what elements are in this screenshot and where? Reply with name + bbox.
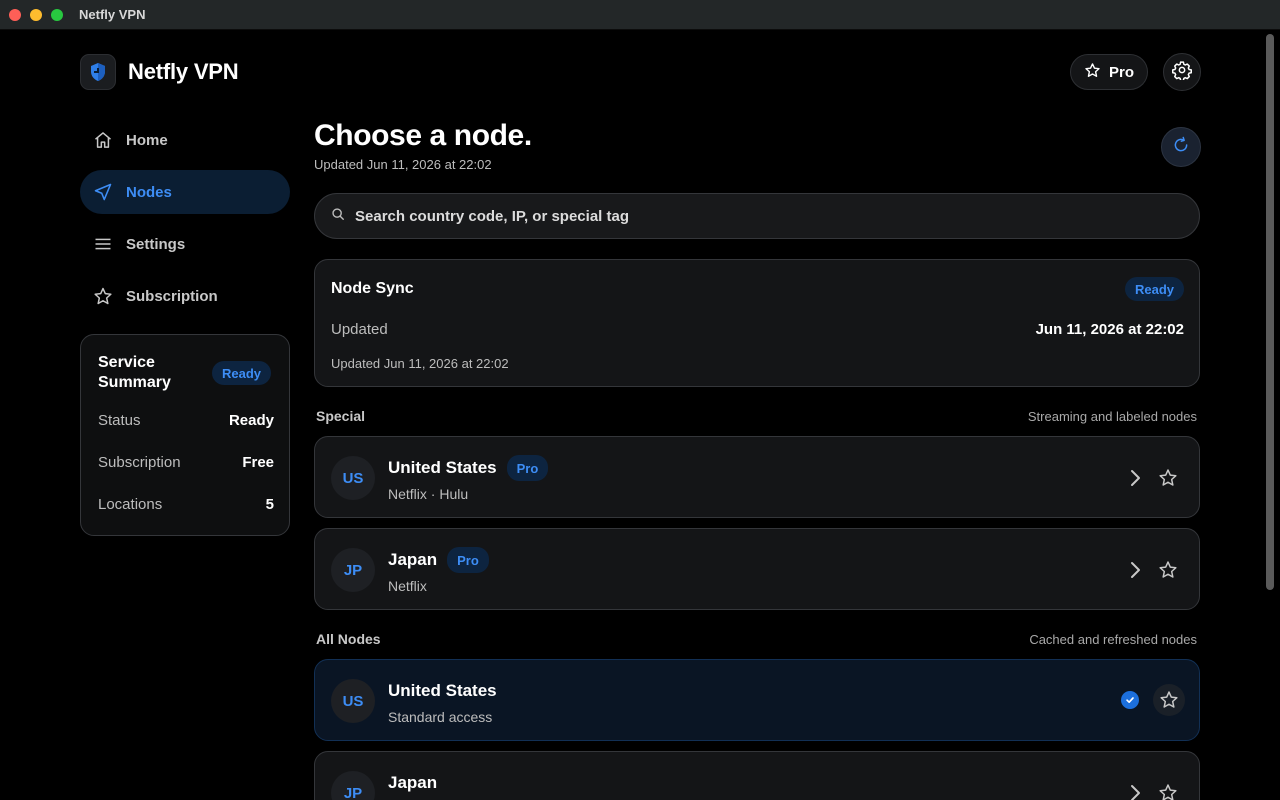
- summary-value: 5: [265, 496, 274, 513]
- node-tags: Netflix: [388, 578, 427, 594]
- node-name: Japan: [388, 773, 438, 792]
- favorite-star-button[interactable]: [1153, 684, 1185, 716]
- node-tags: Standard access: [388, 709, 493, 725]
- node-row-selected[interactable]: US United States Standard access: [314, 659, 1200, 741]
- sync-updated-value: Jun 11, 2026 at 22:02: [1035, 321, 1184, 338]
- section-title-all-nodes: All Nodes: [316, 631, 381, 647]
- sidebar-item-settings[interactable]: Settings: [80, 222, 290, 266]
- star-icon: [93, 286, 113, 306]
- pro-button[interactable]: Pro: [1070, 54, 1148, 90]
- window-titlebar: Netfly VPN: [0, 0, 1280, 30]
- favorite-star-button[interactable]: [1155, 780, 1181, 800]
- chevron-right-icon[interactable]: [1125, 467, 1145, 489]
- sidebar-item-label: Subscription: [126, 287, 218, 305]
- sidebar-item-label: Home: [126, 131, 168, 149]
- search-input[interactable]: [355, 207, 1175, 225]
- country-avatar: US: [331, 679, 375, 723]
- node-name-line: Japan: [388, 773, 437, 793]
- navigation-arrow-icon: [93, 182, 113, 202]
- close-window-button[interactable]: [9, 9, 21, 21]
- section-title-special: Special: [316, 408, 366, 424]
- page-title: Choose a node.: [314, 119, 532, 152]
- checkmark-icon: [1121, 691, 1139, 709]
- country-avatar: JP: [331, 548, 375, 592]
- node-row[interactable]: US United States Pro Netflix · Hulu: [314, 436, 1200, 518]
- chevron-right-icon[interactable]: [1125, 782, 1145, 800]
- section-note-special: Streaming and labeled nodes: [1027, 409, 1197, 424]
- sidebar-item-subscription[interactable]: Subscription: [80, 274, 290, 318]
- home-icon: [93, 130, 113, 150]
- node-sync-card: Node Sync Ready Updated Jun 11, 2026 at …: [314, 259, 1200, 387]
- search-icon: [331, 207, 345, 226]
- pro-badge: Pro: [447, 547, 489, 573]
- node-name: Japan: [388, 550, 438, 569]
- sync-updated-label: Updated: [331, 321, 388, 338]
- node-name-line: United States Pro: [388, 455, 549, 481]
- summary-row-status: Status Ready: [98, 412, 274, 429]
- star-icon: [1084, 62, 1101, 83]
- summary-key: Status: [98, 412, 141, 429]
- summary-value: Free: [242, 454, 274, 471]
- search-bar[interactable]: [314, 193, 1200, 239]
- node-row[interactable]: JP Japan: [314, 751, 1200, 800]
- service-summary-card: Service Summary Ready Status Ready Subsc…: [80, 334, 290, 536]
- node-name: United States: [388, 458, 497, 477]
- sync-title: Node Sync: [331, 280, 414, 297]
- sidebar-item-label: Nodes: [126, 183, 172, 201]
- node-row[interactable]: JP Japan Pro Netflix: [314, 528, 1200, 610]
- sidebar-item-home[interactable]: Home: [80, 118, 290, 162]
- sidebar-item-label: Settings: [126, 235, 186, 253]
- summary-value: Ready: [228, 412, 274, 429]
- summary-title: Service Summary: [98, 354, 171, 391]
- country-avatar: US: [331, 456, 375, 500]
- scrollbar-thumb[interactable]: [1266, 34, 1274, 590]
- section-note-all-nodes: Cached and refreshed nodes: [1029, 632, 1197, 647]
- country-avatar: JP: [331, 771, 375, 800]
- node-name-line: United States: [388, 681, 497, 701]
- pro-badge: Pro: [506, 455, 549, 481]
- refresh-icon: [1172, 136, 1190, 159]
- favorite-star-button[interactable]: [1155, 465, 1181, 491]
- brand: Netfly VPN: [80, 54, 239, 90]
- window-title: Netfly VPN: [79, 7, 146, 22]
- favorite-star-button[interactable]: [1155, 557, 1181, 583]
- sync-footer: Updated Jun 11, 2026 at 22:02: [331, 356, 509, 371]
- settings-gear-button[interactable]: [1163, 53, 1201, 91]
- minimize-window-button[interactable]: [30, 9, 42, 21]
- summary-row-subscription: Subscription Free: [98, 454, 274, 471]
- refresh-button[interactable]: [1161, 127, 1201, 167]
- status-badge: Ready: [1124, 277, 1184, 301]
- summary-row-locations: Locations 5: [98, 496, 274, 513]
- summary-key: Subscription: [98, 454, 181, 471]
- sidebar-item-nodes[interactable]: Nodes: [80, 170, 290, 214]
- node-tags: Netflix · Hulu: [388, 486, 469, 502]
- menu-lines-icon: [93, 234, 113, 254]
- app-name: Netfly VPN: [128, 59, 239, 84]
- node-name-line: Japan Pro: [388, 547, 489, 573]
- chevron-right-icon[interactable]: [1125, 559, 1145, 581]
- pro-button-label: Pro: [1108, 63, 1134, 81]
- zoom-window-button[interactable]: [51, 9, 63, 21]
- shield-icon: [80, 54, 116, 90]
- summary-key: Locations: [98, 496, 163, 513]
- gear-icon: [1172, 60, 1192, 85]
- page-subtitle: Updated Jun 11, 2026 at 22:02: [314, 157, 492, 172]
- node-name: United States: [388, 681, 497, 700]
- status-badge: Ready: [212, 361, 272, 385]
